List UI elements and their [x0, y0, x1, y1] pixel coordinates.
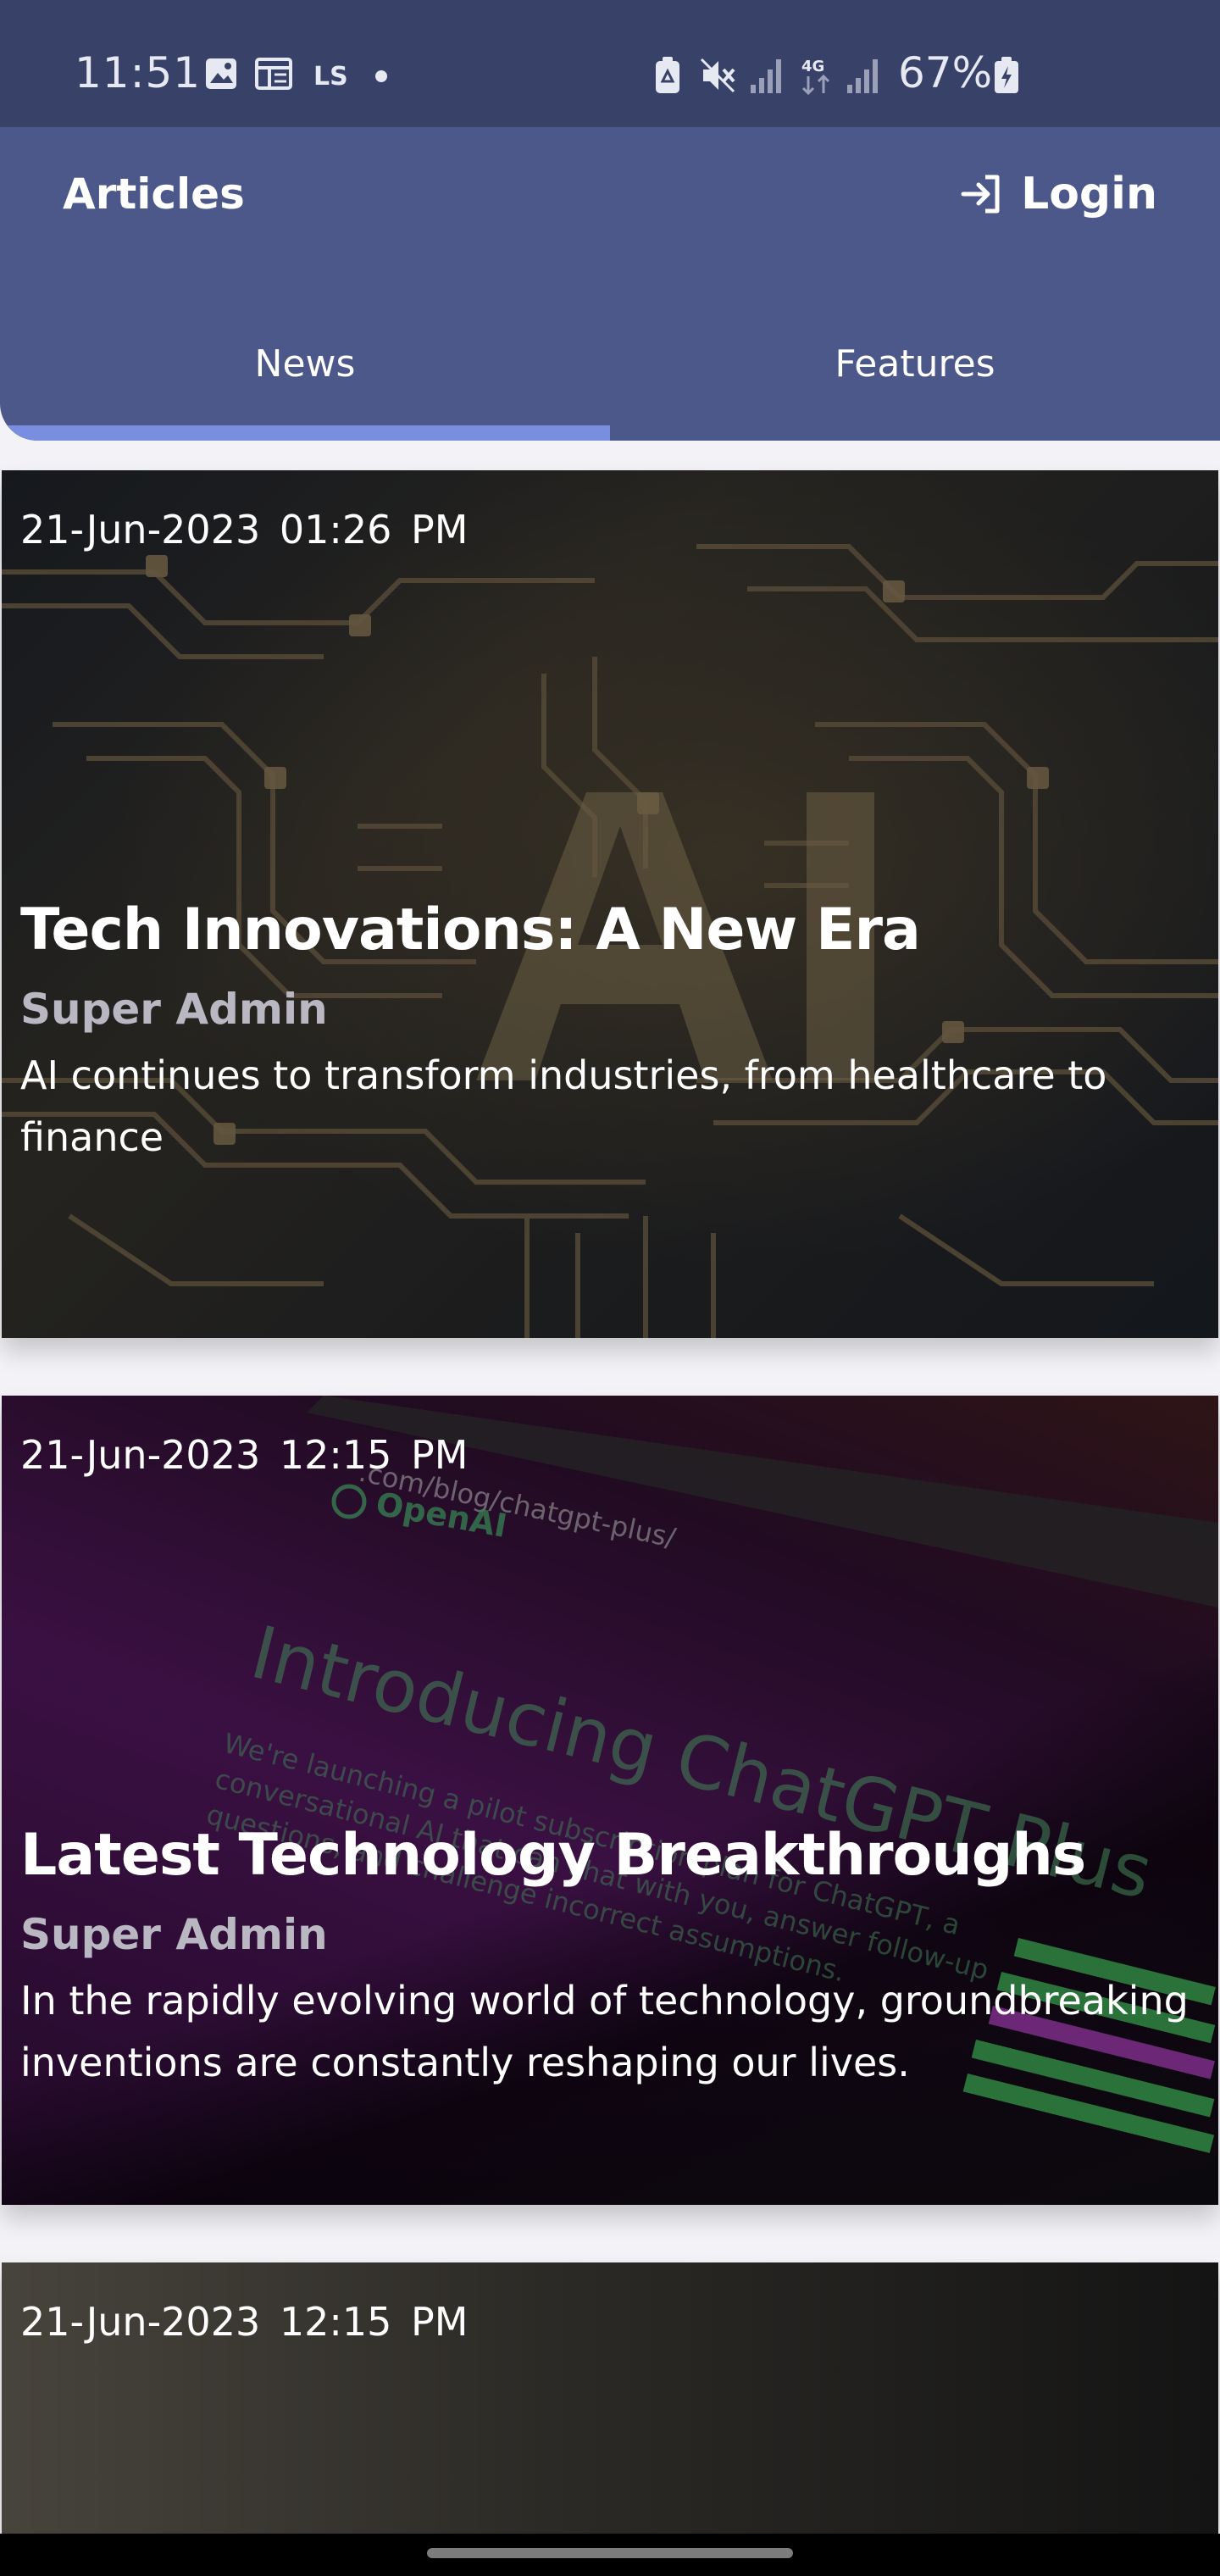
- battery-saver-icon: [656, 57, 679, 93]
- login-label: Login: [1021, 169, 1157, 219]
- tab-news[interactable]: News: [0, 305, 610, 424]
- app-bar: Articles Login News Features: [0, 127, 1220, 441]
- svg-text:LS: LS: [313, 62, 348, 92]
- article-date: 21-Jun-2023 12:15 PM: [20, 2299, 469, 2345]
- article-author: Super Admin: [20, 985, 328, 1034]
- battery-icon: [995, 57, 1018, 93]
- svg-text:4G: 4G: [801, 58, 824, 75]
- article-date: 21-Jun-2023 01:26 PM: [20, 507, 469, 552]
- carrier-icon: LS: [313, 62, 348, 92]
- status-bar: 11:51 LS 4G 67%: [0, 0, 1220, 127]
- article-description: AI continues to transform industries, fr…: [20, 1052, 1107, 1160]
- tab-indicator: [0, 425, 610, 441]
- signal-icon: [847, 59, 878, 93]
- tab-features[interactable]: Features: [610, 305, 1220, 424]
- navigation-bar: [0, 2534, 1220, 2576]
- article-title: Tech Innovations: A New Era: [20, 897, 921, 963]
- network-4g-icon: 4G: [801, 58, 830, 96]
- signal-icon: [751, 59, 781, 93]
- home-indicator[interactable]: [427, 2548, 793, 2558]
- tab-label: Features: [835, 342, 995, 386]
- login-icon: [961, 175, 1000, 214]
- dot-icon: [375, 70, 387, 82]
- article-title: Latest Technology Breakthroughs: [20, 1822, 1086, 1889]
- article-card[interactable]: 21-Jun-2023 01:26 PM Tech Innovations: A…: [2, 470, 1218, 1338]
- article-author: Super Admin: [20, 1910, 328, 1959]
- gallery-icon: [206, 58, 236, 89]
- tab-label: News: [254, 342, 356, 386]
- article-date: 21-Jun-2023 12:15 PM: [20, 1432, 469, 1478]
- page-title: Articles: [63, 169, 245, 219]
- article-card[interactable]: 21-Jun-2023 12:15 PM: [2, 2262, 1218, 2534]
- article-description: In the rapidly evolving world of technol…: [20, 1978, 1189, 2085]
- status-time: 11:51: [75, 48, 202, 97]
- login-button[interactable]: Login: [960, 161, 1157, 227]
- news-widget-icon: [255, 58, 292, 90]
- battery-percent: 67%: [898, 48, 993, 97]
- article-card[interactable]: .com/blog/chatgpt-plus/ OpenAI Introduci…: [2, 1396, 1218, 2205]
- mute-icon: [700, 58, 735, 93]
